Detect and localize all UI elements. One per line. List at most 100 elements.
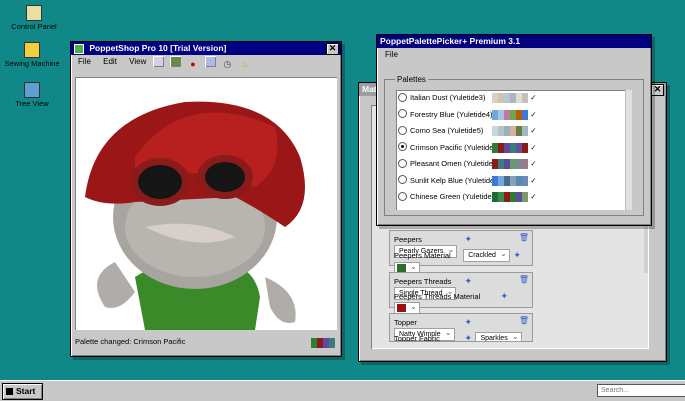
window-titlebar[interactable]: PoppetShop Pro 10 [Trial Version] ✕ xyxy=(71,42,341,55)
color-swatch xyxy=(397,304,406,313)
check-icon: ✓ xyxy=(530,159,537,168)
palette-swatches xyxy=(492,93,529,104)
palette-row[interactable]: Sunlit Kelp Blue (Yuletide9) ✓ xyxy=(396,173,632,190)
check-icon: ✓ xyxy=(530,109,537,119)
sparkle-icon[interactable]: ✦ xyxy=(463,317,473,328)
control-group-topper: Topper ✦ Natty Wimple 🗑 Topper Fabric ✦ … xyxy=(389,313,533,342)
control-panel-icon xyxy=(26,5,42,21)
control-label: Topper Fabric xyxy=(394,333,440,342)
check-icon: ✓ xyxy=(530,175,537,185)
swatch xyxy=(522,175,529,186)
palette-list[interactable]: Italian Dust (Yuletide3) ✓ Forestry Blue… xyxy=(396,90,632,210)
palette-radio[interactable] xyxy=(398,158,407,168)
palette-swatches xyxy=(492,142,529,153)
windows-logo-icon xyxy=(6,388,13,396)
swatch xyxy=(522,109,529,120)
control-label: Peepers Threads xyxy=(394,277,452,286)
desktop-icon-label: Sewing Machine xyxy=(4,59,60,68)
start-button[interactable]: Start xyxy=(2,383,43,400)
palettes-group: Palettes Italian Dust (Yuletide3) ✓ Fore… xyxy=(384,75,644,216)
control-group-peepers-threads: Peepers Threads ✦ Single Thread 🗑 Peeper… xyxy=(389,272,533,315)
topper-fabric-select[interactable]: Sparkles xyxy=(475,331,522,341)
menu-edit[interactable]: Edit xyxy=(103,57,117,66)
palette-row[interactable]: Forestry Blue (Yuletide4) ✓ xyxy=(396,107,632,124)
check-icon: ✓ xyxy=(530,192,537,201)
palette-radio[interactable] xyxy=(398,92,407,102)
trash-icon[interactable]: 🗑 xyxy=(519,233,529,242)
toolbar: ● ◷ ♨ xyxy=(153,56,260,72)
poppet-figure-image xyxy=(85,101,305,330)
tree-view-icon xyxy=(24,82,40,98)
palette-swatches xyxy=(492,192,529,203)
palette-name: Sunlit Kelp Blue (Yuletide9) xyxy=(410,175,501,185)
swatch xyxy=(522,142,529,153)
palette-radio[interactable] xyxy=(398,142,407,152)
check-icon: ✓ xyxy=(530,142,537,152)
palette-radio[interactable] xyxy=(398,125,407,135)
close-button[interactable]: ✕ xyxy=(651,84,664,96)
layers-icon[interactable] xyxy=(153,56,164,67)
desktop-icon-label: Control Panel xyxy=(11,22,57,31)
menu-bar: File Edit View ● ◷ ♨ xyxy=(71,55,341,69)
trash-icon[interactable]: 🗑 xyxy=(519,316,529,325)
swatch xyxy=(522,192,529,203)
window-title: PoppetShop Pro 10 [Trial Version] xyxy=(89,43,227,53)
film-icon[interactable] xyxy=(170,56,182,67)
menu-file[interactable]: File xyxy=(78,57,91,66)
palette-swatches xyxy=(492,126,529,137)
swatch xyxy=(522,126,529,137)
palette-radio[interactable] xyxy=(398,191,407,201)
desktop-icon-control-panel[interactable]: Control Panel xyxy=(2,5,66,31)
grid-icon[interactable] xyxy=(204,56,216,67)
window-titlebar[interactable]: PoppetPalettePicker+ Premium 3.1 xyxy=(377,35,651,48)
palette-name: Crimson Pacific (Yuletide11) xyxy=(410,142,504,152)
desktop-icon-sewing-machine[interactable]: Sewing Machine xyxy=(0,42,64,68)
peepers-material-select[interactable]: Crackled xyxy=(463,248,510,262)
palette-row[interactable]: Pleasant Omen (Yuletide10) ✓ xyxy=(396,156,632,173)
palette-row[interactable]: Chinese Green (Yuletide8) ✓ xyxy=(396,189,632,206)
app-icon xyxy=(74,43,84,54)
palette-swatches xyxy=(492,175,529,186)
desktop-icon-tree-view[interactable]: Tree View xyxy=(0,82,64,108)
start-label: Start xyxy=(16,386,36,396)
window-title: PoppetPalettePicker+ Premium 3.1 xyxy=(380,36,521,46)
clock-icon[interactable]: ◷ xyxy=(222,59,233,70)
bulb-icon[interactable]: ♨ xyxy=(239,59,250,70)
sparkle-icon[interactable]: ✦ xyxy=(499,291,509,302)
control-label: Topper xyxy=(394,318,417,327)
close-button[interactable]: ✕ xyxy=(326,43,339,55)
palette-swatches xyxy=(492,109,529,120)
palette-name: Pleasant Omen (Yuletide10) xyxy=(410,159,504,168)
sparkle-icon[interactable]: ✦ xyxy=(463,276,473,287)
palette-radio[interactable] xyxy=(398,109,407,119)
sparkle-icon[interactable]: ✦ xyxy=(512,250,522,261)
palette-row[interactable]: Crimson Pacific (Yuletide11) ✓ xyxy=(396,140,632,157)
search-input[interactable] xyxy=(597,384,685,397)
palette-row[interactable]: Italian Dust (Yuletide3) ✓ xyxy=(396,90,632,107)
taskbar: Start xyxy=(0,380,685,401)
trash-icon[interactable]: 🗑 xyxy=(519,275,529,284)
check-icon: ✓ xyxy=(530,93,537,102)
color-swatch xyxy=(397,264,406,273)
desktop-icon-label: Tree View xyxy=(15,99,49,108)
status-bar: Palette changed: Crimson Pacific xyxy=(75,336,337,349)
status-palette-swatches xyxy=(311,337,335,349)
control-label: Peepers xyxy=(394,235,422,244)
menu-view[interactable]: View xyxy=(129,57,146,66)
status-swatch xyxy=(329,338,335,349)
palette-name: Forestry Blue (Yuletide4) xyxy=(410,109,493,119)
record-icon[interactable]: ● xyxy=(187,59,198,70)
check-icon: ✓ xyxy=(530,126,537,135)
sparkle-icon[interactable]: ✦ xyxy=(463,234,473,245)
palette-row[interactable]: Como Sea (Yuletide5) ✓ xyxy=(396,123,632,140)
poppetshop-window[interactable]: PoppetShop Pro 10 [Trial Version] ✕ File… xyxy=(70,41,342,357)
palette-name: Como Sea (Yuletide5) xyxy=(410,126,484,135)
sparkle-icon[interactable]: ✦ xyxy=(463,333,473,341)
palette-picker-window[interactable]: PoppetPalettePicker+ Premium 3.1 File Pa… xyxy=(376,34,652,226)
palette-list-scrollbar[interactable] xyxy=(625,90,632,210)
menu-file[interactable]: File xyxy=(385,50,398,59)
canvas-area[interactable] xyxy=(75,77,337,330)
control-label: Peepers Threads Material xyxy=(394,292,481,301)
sewing-machine-icon xyxy=(24,42,40,58)
palette-radio[interactable] xyxy=(398,175,407,185)
